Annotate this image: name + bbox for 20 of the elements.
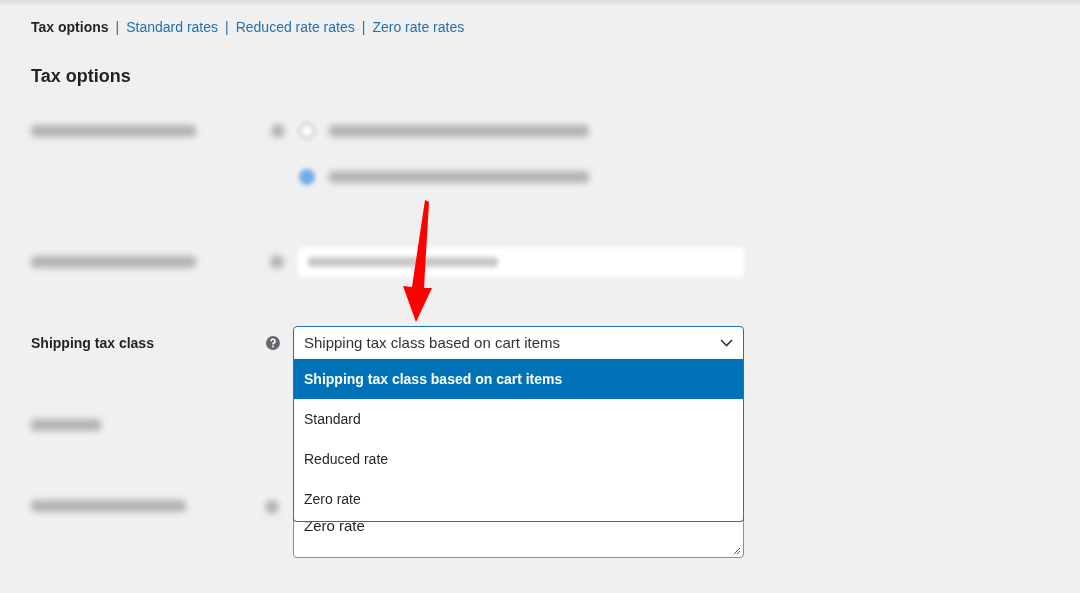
blurred-help-icon xyxy=(271,124,285,138)
tab-link[interactable]: Zero rate rates xyxy=(372,17,465,38)
separator: | xyxy=(361,18,366,37)
blurred-help-icon xyxy=(265,500,279,514)
select-field[interactable]: Shipping tax class based on cart items xyxy=(293,326,744,360)
dropdown-option[interactable]: Reduced rate xyxy=(294,439,743,479)
tab-link[interactable]: Tax options xyxy=(31,17,109,38)
field-label: Shipping tax class xyxy=(31,333,155,353)
blurred-label xyxy=(31,419,101,431)
help-icon xyxy=(266,336,280,350)
resize-handle-icon xyxy=(733,547,741,555)
dropdown-option[interactable]: Standard xyxy=(294,399,743,439)
chevron-down-icon xyxy=(720,339,733,347)
separator: | xyxy=(225,18,229,37)
blurred-help-icon xyxy=(270,255,284,269)
tab-link[interactable]: Standard rates xyxy=(126,17,218,38)
separator: | xyxy=(115,18,120,37)
tab-link[interactable]: Reduced rate rates xyxy=(235,17,355,38)
dropdown-option[interactable]: Shipping tax class based on cart items xyxy=(294,359,743,399)
section-heading: Tax options xyxy=(30,65,132,88)
